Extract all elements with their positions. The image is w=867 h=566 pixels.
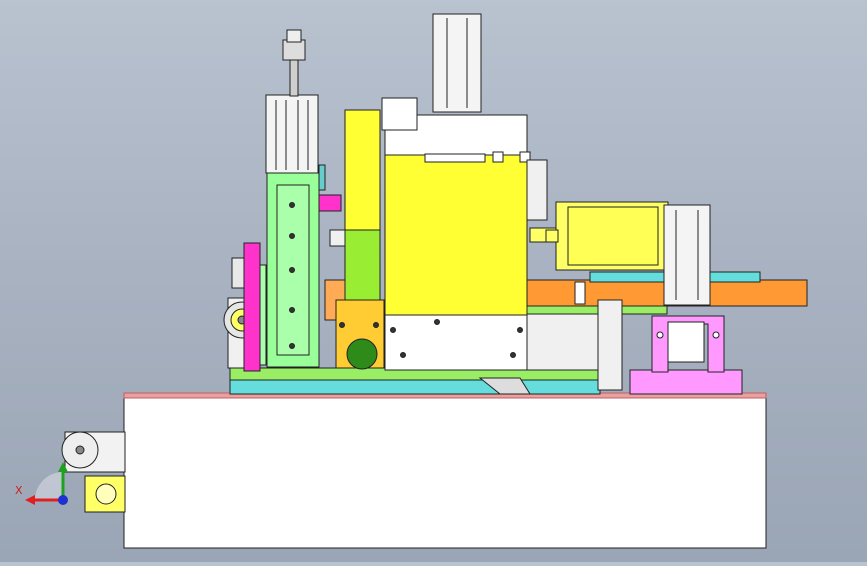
horizontal-servo-motor <box>545 201 669 271</box>
main-yellow-housing <box>381 97 531 371</box>
green-lift-column <box>266 164 326 368</box>
lower-slide-rail <box>526 305 668 371</box>
pink-bracket <box>597 299 743 395</box>
top-vertical-actuator <box>432 13 482 113</box>
column-servo-motor <box>265 29 319 174</box>
axis-x-label: X <box>15 484 23 497</box>
assembly-drawing <box>25 13 808 549</box>
bottom-left-roller <box>61 431 126 513</box>
base-plate <box>123 392 767 549</box>
axis-z-dot <box>58 495 68 505</box>
bottom-mounting-plate <box>229 367 601 395</box>
right-vertical-cylinder <box>663 204 711 306</box>
axis-triad <box>25 462 68 505</box>
magenta-guide <box>243 242 267 372</box>
cad-viewport[interactable]: X <box>0 0 867 562</box>
